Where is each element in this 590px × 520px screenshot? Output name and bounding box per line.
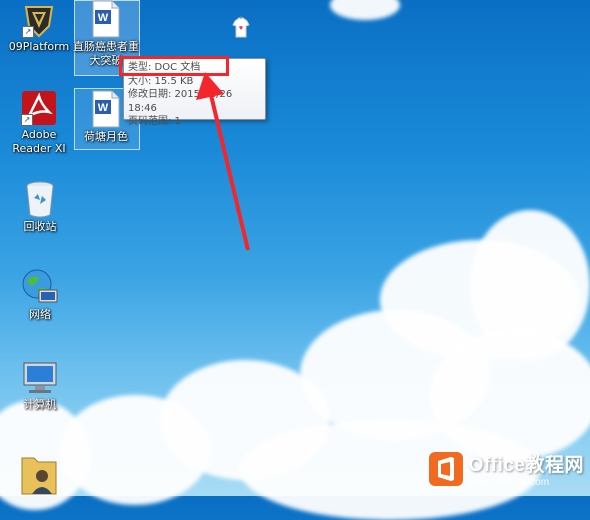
office-logo-icon [428, 452, 463, 486]
office26-watermark: Office教程网 www.office26.com [428, 450, 584, 488]
red-arrow-annotation [196, 72, 250, 251]
watermark-brand: Office教程网 [468, 455, 584, 476]
desktop: ↗ 09Platform W 直肠癌患者重 大突破 ↗ Adobe Reader… [0, 0, 590, 520]
watermark-url: www.office26.com [468, 477, 550, 488]
